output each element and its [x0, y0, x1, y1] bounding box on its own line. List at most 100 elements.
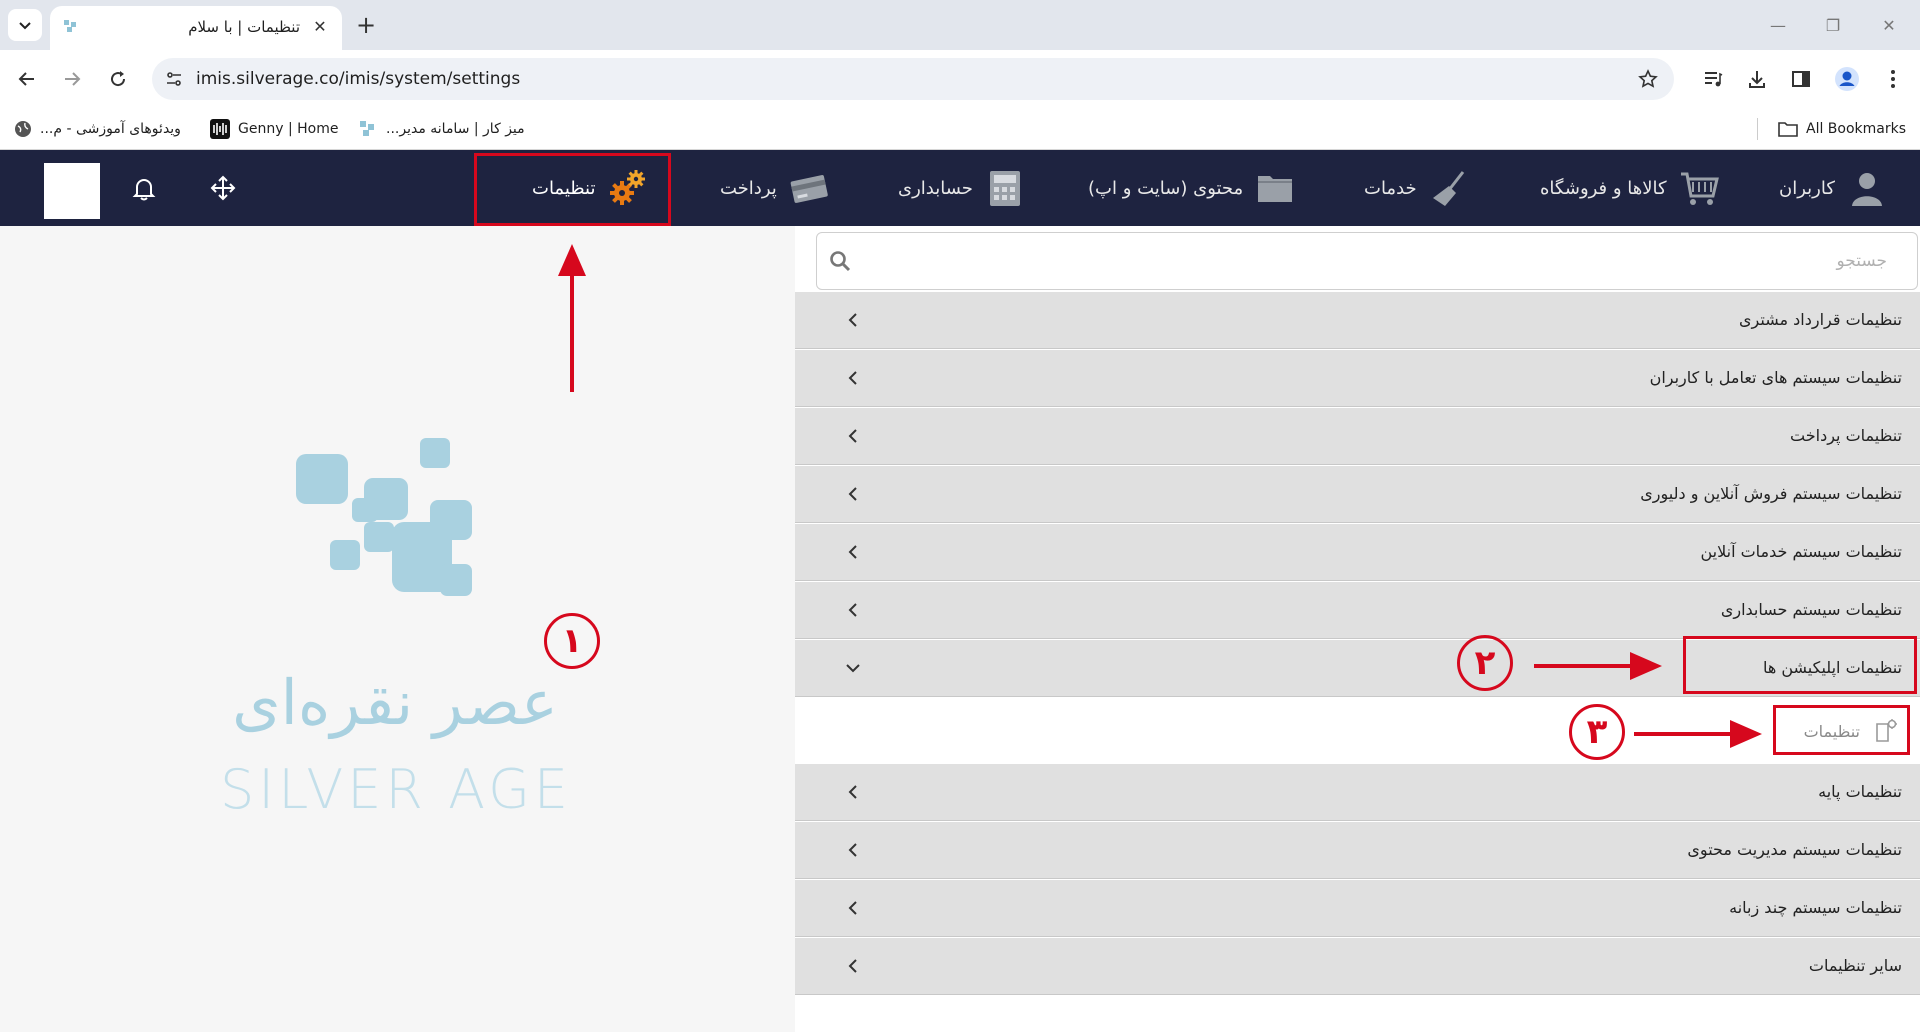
all-bookmarks-button[interactable]: All Bookmarks [1778, 118, 1906, 140]
chevron-left-icon [845, 428, 861, 444]
chevron-down-icon [19, 22, 31, 30]
media-controls-icon[interactable] [1700, 66, 1726, 92]
accordion-label: تنظیمات پرداخت [1790, 426, 1902, 445]
search-input[interactable] [857, 233, 1897, 289]
cart-icon [1679, 168, 1719, 208]
accordion-row[interactable]: تنظیمات پایه [795, 764, 1920, 821]
chevron-left-icon [845, 842, 861, 858]
annotation-box-settings-item [1773, 705, 1910, 755]
accordion-row[interactable]: تنظیمات سیستم فروش آنلاین و دلیوری [795, 466, 1920, 523]
accordion-label: تنظیمات پایه [1818, 782, 1902, 801]
user-avatar-placeholder[interactable] [44, 163, 100, 219]
accordion-label: تنظیمات سیستم های تعامل با کاربران [1649, 368, 1902, 387]
close-window-icon[interactable]: ✕ [1876, 12, 1902, 38]
bookmark-star-icon[interactable] [1636, 67, 1660, 91]
downloads-icon[interactable] [1744, 66, 1770, 92]
bookmarks-bar: ویدئوهای آموزشی - م... Genny | Home میز … [0, 108, 1920, 150]
address-bar[interactable]: imis.silverage.co/imis/system/settings [152, 58, 1674, 100]
bookmark-item[interactable]: میز کار | سامانه مدیر... [358, 118, 525, 140]
search-box [816, 232, 1918, 290]
bookmark-label: میز کار | سامانه مدیر... [386, 121, 525, 137]
accordion-label: تنظیمات سیستم خدمات آنلاین [1700, 542, 1902, 561]
accordion-row[interactable]: تنظیمات سیستم حسابداری [795, 582, 1920, 639]
left-panel: عصر نقره‌ای SILVER AGE ۱ [0, 226, 795, 1032]
more-menu-icon[interactable] [1880, 66, 1906, 92]
back-button[interactable] [12, 64, 42, 94]
chevron-left-icon [845, 958, 861, 974]
menu-label: کالاها و فروشگاه [1540, 177, 1667, 199]
accordion-label: تنظیمات سیستم فروش آنلاین و دلیوری [1640, 484, 1902, 503]
calculator-icon [985, 168, 1025, 208]
right-panel: تنظیمات قرارداد مشتری تنظیمات سیستم های … [795, 226, 1920, 1032]
back-arrow-icon [18, 72, 34, 86]
accordion-label: تنظیمات سیستم چند زبانه [1729, 898, 1902, 917]
close-tab-icon[interactable]: ✕ [310, 16, 330, 36]
menu-item-payment[interactable]: پرداخت [720, 150, 829, 226]
app-header: کاربران کالاها و فروشگاه خدمات محتوی (سا… [0, 150, 1920, 226]
new-tab-button[interactable]: + [352, 11, 380, 39]
bookmark-item[interactable]: Genny | Home [210, 118, 338, 140]
accordion-label: تنظیمات قرارداد مشتری [1739, 310, 1902, 329]
accordion-row[interactable]: تنظیمات قرارداد مشتری [795, 292, 1920, 349]
restore-icon[interactable]: ❐ [1820, 12, 1846, 38]
accordion-label: سایر تنظیمات [1808, 956, 1902, 975]
reload-icon [111, 71, 126, 87]
annotation-arrow-up-icon [558, 244, 586, 392]
menu-item-content[interactable]: محتوی (سایت و اپ) [1088, 150, 1295, 226]
annotation-box-settings-menu [474, 153, 671, 226]
site-favicon-icon [360, 121, 374, 136]
accordion-row[interactable]: تنظیمات سیستم چند زبانه [795, 880, 1920, 937]
bell-icon[interactable] [130, 174, 158, 202]
browser-tab-bar: تنظیمات | با سلام ✕ + — ❐ ✕ [0, 0, 1920, 50]
menu-label: حسابداری [898, 177, 973, 199]
minimize-icon[interactable]: — [1765, 12, 1791, 38]
user-icon [1847, 168, 1887, 208]
logo-latin-text: SILVER AGE [220, 758, 573, 821]
logo-persian-text: عصر نقره‌ای [232, 666, 558, 739]
profile-avatar-icon[interactable] [1834, 66, 1860, 92]
menu-label: محتوی (سایت و اپ) [1088, 177, 1244, 199]
accordion-row[interactable]: تنظیمات پرداخت [795, 408, 1920, 465]
annotation-step-2: ۲ [1457, 635, 1513, 691]
tab-title: تنظیمات | با سلام [188, 18, 300, 36]
side-panel-icon[interactable] [1788, 66, 1814, 92]
genny-logo-icon [210, 119, 230, 139]
folder-icon [1778, 122, 1798, 137]
site-favicon-icon [64, 20, 76, 32]
chevron-left-icon [845, 900, 861, 916]
bookmarks-divider [1757, 118, 1758, 140]
accordion-row[interactable]: سایر تنظیمات [795, 938, 1920, 995]
menu-item-shop[interactable]: کالاها و فروشگاه [1540, 150, 1719, 226]
chevron-down-icon [845, 660, 861, 676]
silverage-logo-icon [296, 438, 472, 596]
menu-item-users[interactable]: کاربران [1779, 150, 1887, 226]
accordion-row[interactable]: تنظیمات سیستم های تعامل با کاربران [795, 350, 1920, 407]
url-text[interactable]: imis.silverage.co/imis/system/settings [196, 69, 520, 89]
accordion-label: تنظیمات سیستم مدیریت محتوی [1687, 840, 1902, 859]
active-tab[interactable]: تنظیمات | با سلام ✕ [50, 6, 342, 50]
broom-icon [1429, 168, 1469, 208]
menu-label: پرداخت [720, 177, 777, 199]
menu-item-services[interactable]: خدمات [1364, 150, 1469, 226]
annotation-box-app-settings [1683, 636, 1917, 694]
chevron-left-icon [845, 312, 861, 328]
forward-arrow-icon [65, 72, 81, 86]
credit-card-icon [789, 168, 829, 208]
bookmark-item[interactable]: ویدئوهای آموزشی - م... [14, 118, 181, 140]
reload-button[interactable] [103, 64, 133, 94]
menu-item-accounting[interactable]: حسابداری [898, 150, 1025, 226]
accordion-label: تنظیمات سیستم حسابداری [1720, 600, 1902, 619]
accordion-row[interactable]: تنظیمات سیستم مدیریت محتوی [795, 822, 1920, 879]
forward-button[interactable] [57, 64, 87, 94]
annotation-step-1: ۱ [544, 613, 600, 669]
browser-toolbar: imis.silverage.co/imis/system/settings [0, 50, 1920, 108]
menu-label: خدمات [1364, 177, 1417, 199]
move-arrows-icon[interactable] [209, 174, 237, 202]
site-info-icon[interactable] [162, 67, 186, 91]
chevron-left-icon [845, 544, 861, 560]
tab-search-button[interactable] [8, 9, 42, 41]
folder-icon [1255, 168, 1295, 208]
bookmark-label: Genny | Home [238, 121, 339, 137]
accordion-row[interactable]: تنظیمات سیستم خدمات آنلاین [795, 524, 1920, 581]
search-icon [830, 251, 851, 272]
